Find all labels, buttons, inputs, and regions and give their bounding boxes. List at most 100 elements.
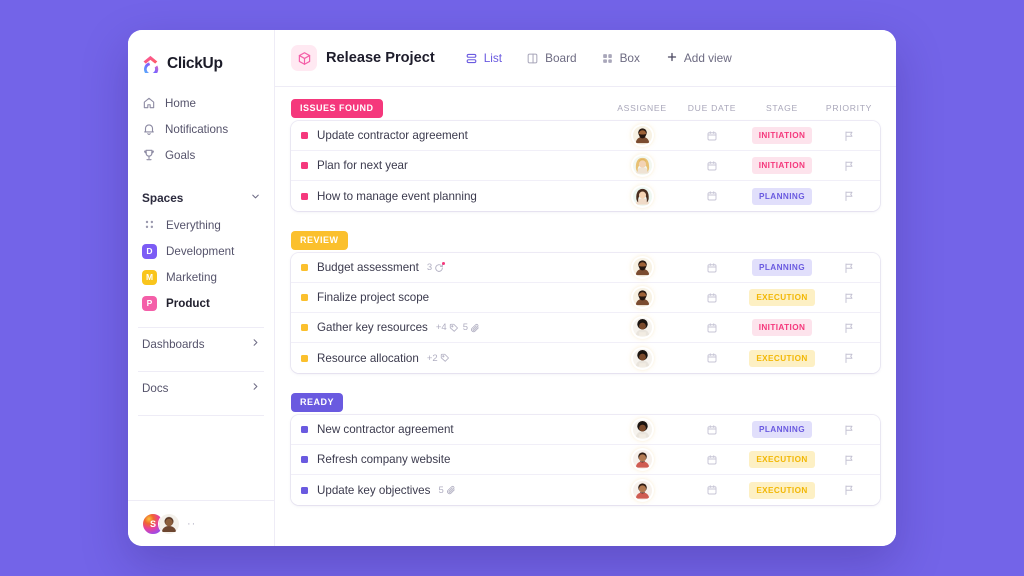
space-avatar: D bbox=[142, 243, 157, 259]
priority-cell[interactable] bbox=[818, 160, 880, 172]
calendar-icon bbox=[706, 352, 718, 364]
priority-cell[interactable] bbox=[818, 454, 880, 466]
priority-cell[interactable] bbox=[818, 190, 880, 202]
table-row[interactable]: Plan for next year INITIATION bbox=[291, 151, 880, 181]
task-meta[interactable]: 5 bbox=[438, 485, 455, 496]
task-status-dot[interactable] bbox=[301, 162, 308, 169]
stage-cell[interactable]: EXECUTION bbox=[746, 289, 818, 306]
group-badge[interactable]: READY bbox=[291, 392, 344, 412]
tab-board[interactable]: Board bbox=[514, 45, 588, 71]
more-members-label[interactable]: ·· bbox=[187, 518, 196, 530]
assignee-cell[interactable] bbox=[606, 258, 678, 277]
task-meta[interactable]: 5 bbox=[463, 322, 480, 333]
sidebar-item-notifications[interactable]: Notifications bbox=[128, 116, 274, 142]
sidebar-item-everything[interactable]: Everything bbox=[128, 212, 274, 238]
stage-cell[interactable]: EXECUTION bbox=[746, 349, 818, 367]
stage-cell[interactable]: PLANNING bbox=[746, 187, 818, 205]
assignee-cell[interactable] bbox=[606, 186, 678, 206]
tab-box[interactable]: Box bbox=[589, 45, 652, 71]
table-row[interactable]: How to manage event planning PLANNING bbox=[291, 181, 880, 211]
priority-cell[interactable] bbox=[818, 352, 880, 364]
task-meta-group: 5 bbox=[438, 485, 455, 496]
add-view-button[interactable]: Add view bbox=[652, 51, 740, 66]
assignee-cell[interactable] bbox=[606, 480, 678, 500]
table-row[interactable]: Update contractor agreement INITIATION bbox=[291, 121, 880, 151]
task-meta[interactable]: +4 bbox=[436, 322, 459, 333]
table-row[interactable]: Finalize project scope EXECUTION bbox=[291, 283, 880, 313]
group-badge[interactable]: REVIEW bbox=[291, 230, 348, 250]
assignee-cell[interactable] bbox=[606, 156, 678, 175]
table-row[interactable]: Gather key resources +4 5 INITIATION bbox=[291, 313, 880, 343]
flag-icon bbox=[843, 484, 855, 496]
task-status-dot[interactable] bbox=[301, 426, 308, 433]
table-row[interactable]: Resource allocation +2 EXECUTION bbox=[291, 343, 880, 373]
priority-cell[interactable] bbox=[818, 424, 880, 436]
priority-cell[interactable] bbox=[818, 484, 880, 496]
stage-cell[interactable]: EXECUTION bbox=[746, 481, 818, 499]
sidebar-item-label: Notifications bbox=[165, 122, 229, 136]
assignee-cell[interactable] bbox=[606, 318, 678, 337]
due-date-cell[interactable] bbox=[678, 484, 746, 496]
task-meta-group: +2 bbox=[427, 353, 450, 364]
spaces-list: Everything D Development M Marketing P P… bbox=[128, 212, 274, 316]
due-date-cell[interactable] bbox=[678, 262, 746, 274]
due-date-cell[interactable] bbox=[678, 322, 746, 334]
stage-cell[interactable]: PLANNING bbox=[746, 421, 818, 438]
brand-logo[interactable]: ClickUp bbox=[128, 30, 274, 78]
assignee-cell[interactable] bbox=[606, 348, 678, 368]
task-meta[interactable]: +2 bbox=[427, 353, 450, 364]
sidebar-item-dashboards[interactable]: Dashboards bbox=[128, 328, 274, 360]
assignee-cell[interactable] bbox=[606, 420, 678, 439]
task-status-dot[interactable] bbox=[301, 132, 308, 139]
sidebar-item-docs[interactable]: Docs bbox=[128, 372, 274, 404]
sidebar-item-home[interactable]: Home bbox=[128, 90, 274, 116]
due-date-cell[interactable] bbox=[678, 352, 746, 364]
table-row[interactable]: Refresh company website EXECUTION bbox=[291, 445, 880, 475]
sidebar-item-development[interactable]: D Development bbox=[128, 238, 274, 264]
priority-cell[interactable] bbox=[818, 322, 880, 334]
priority-cell[interactable] bbox=[818, 292, 880, 304]
sidebar-item-product[interactable]: P Product bbox=[128, 290, 274, 316]
task-status-dot[interactable] bbox=[301, 456, 308, 463]
avatar bbox=[632, 156, 652, 175]
assignee-cell[interactable] bbox=[606, 288, 678, 307]
task-status-dot[interactable] bbox=[301, 486, 308, 494]
priority-cell[interactable] bbox=[818, 130, 880, 142]
column-header-row: ISSUES FOUND ASSIGNEE DUE DATE STAGE PRI… bbox=[291, 95, 880, 121]
chevron-right-icon bbox=[250, 379, 261, 397]
task-status-dot[interactable] bbox=[301, 354, 308, 362]
stage-cell[interactable]: INITIATION bbox=[746, 127, 818, 144]
task-meta[interactable]: 3 bbox=[427, 261, 446, 273]
task-status-dot[interactable] bbox=[301, 294, 308, 301]
table-row[interactable]: Budget assessment 3 PLANNING bbox=[291, 253, 880, 283]
spaces-section-header[interactable]: Spaces bbox=[128, 184, 274, 212]
due-date-cell[interactable] bbox=[678, 424, 746, 436]
due-date-cell[interactable] bbox=[678, 130, 746, 142]
task-status-dot[interactable] bbox=[301, 192, 308, 200]
status-badge: EXECUTION bbox=[749, 349, 815, 367]
priority-cell[interactable] bbox=[818, 262, 880, 274]
table-row[interactable]: Update key objectives 5 EXECUTION bbox=[291, 475, 880, 505]
sidebar-item-goals[interactable]: Goals bbox=[128, 142, 274, 168]
tab-label: List bbox=[483, 51, 503, 65]
task-status-dot[interactable] bbox=[301, 324, 308, 331]
due-date-cell[interactable] bbox=[678, 160, 746, 172]
tab-list[interactable]: List bbox=[453, 45, 514, 71]
due-date-cell[interactable] bbox=[678, 454, 746, 466]
assignee-cell[interactable] bbox=[606, 126, 678, 145]
group-badge[interactable]: ISSUES FOUND bbox=[291, 98, 383, 118]
sidebar-item-marketing[interactable]: M Marketing bbox=[128, 264, 274, 290]
due-date-cell[interactable] bbox=[678, 292, 746, 304]
stage-cell[interactable]: PLANNING bbox=[746, 259, 818, 276]
due-date-cell[interactable] bbox=[678, 190, 746, 202]
assignee-cell[interactable] bbox=[606, 450, 678, 469]
table-row[interactable]: New contractor agreement PLANNING bbox=[291, 415, 880, 445]
chevron-down-icon bbox=[250, 189, 261, 207]
avatar[interactable] bbox=[158, 512, 180, 535]
primary-nav: Home Notifications Goals bbox=[128, 78, 274, 168]
stage-cell[interactable]: INITIATION bbox=[746, 319, 818, 336]
task-status-dot[interactable] bbox=[301, 264, 308, 271]
clickup-logo-icon bbox=[143, 55, 159, 73]
stage-cell[interactable]: EXECUTION bbox=[746, 451, 818, 468]
stage-cell[interactable]: INITIATION bbox=[746, 157, 818, 174]
